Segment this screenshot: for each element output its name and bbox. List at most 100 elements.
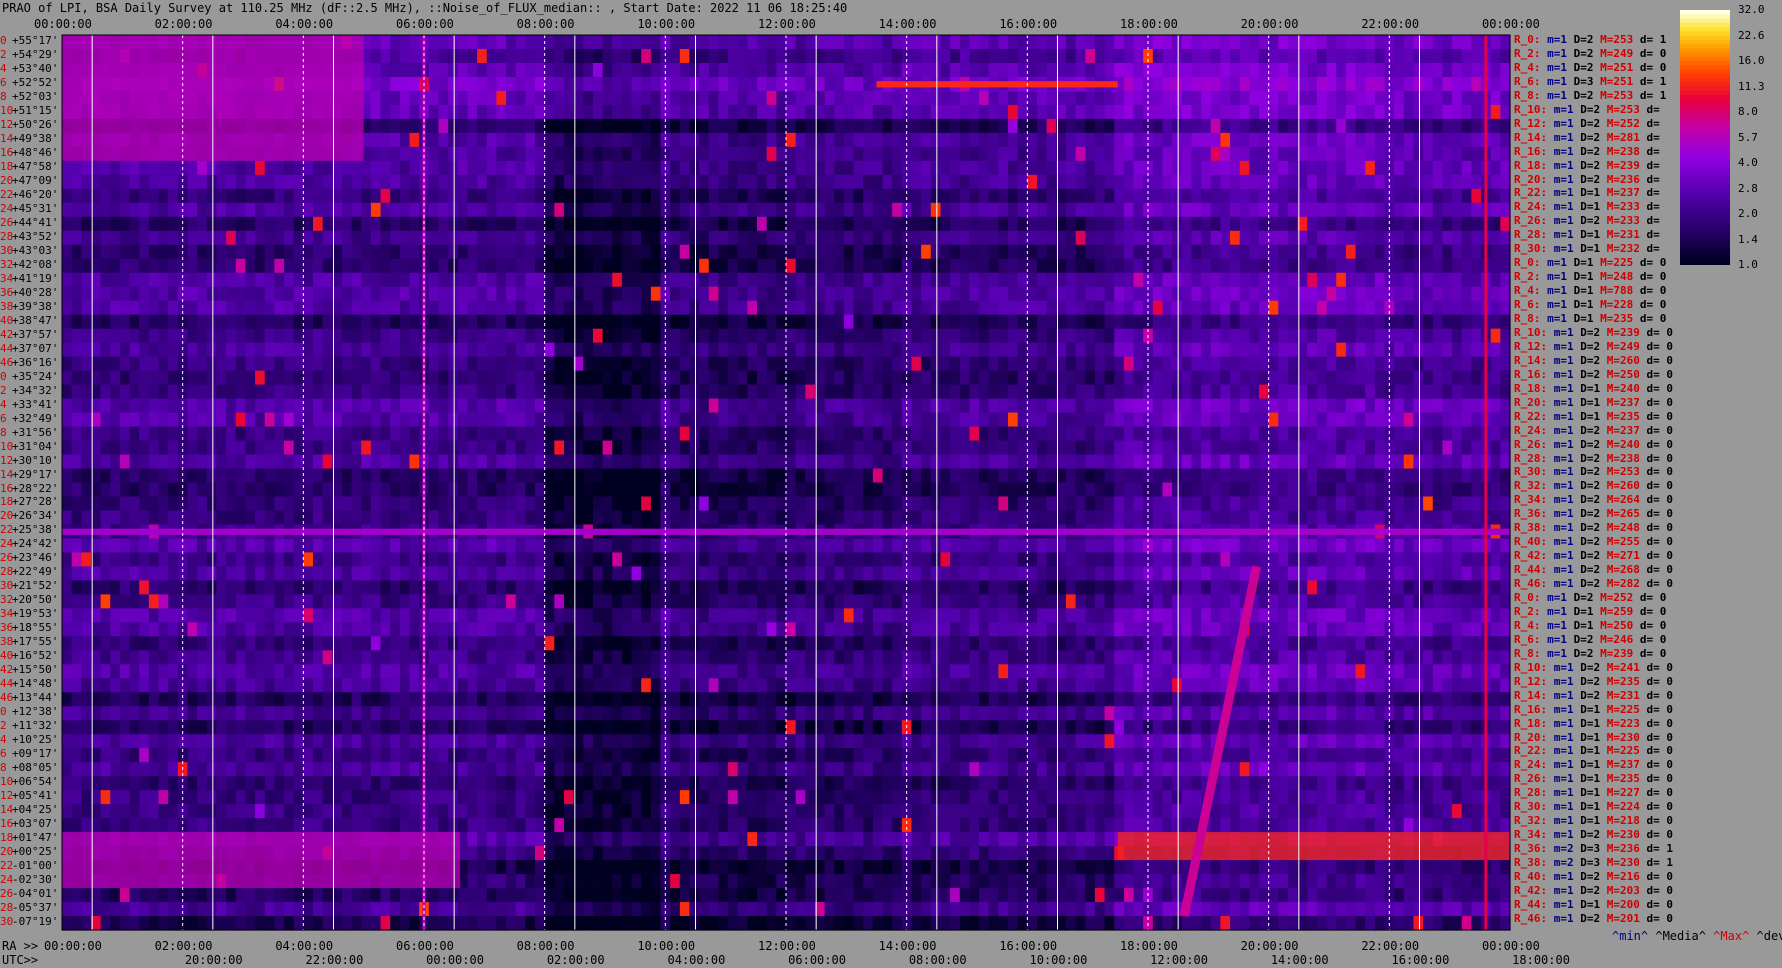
- heat-cell: [805, 202, 816, 218]
- heat-cell: [911, 482, 922, 498]
- heat-cell: [293, 244, 304, 260]
- heat-cell: [370, 216, 382, 232]
- heat-cell: [563, 342, 575, 358]
- heat-cell: [776, 76, 787, 92]
- heat-cell: [824, 118, 835, 134]
- heat-cell: [245, 188, 256, 204]
- heat-cell: [1065, 328, 1077, 344]
- heat-cell: [631, 258, 642, 274]
- heat-cell: [303, 328, 314, 344]
- heat-cell: [1230, 174, 1241, 190]
- heat-cell: [1085, 132, 1096, 148]
- heat-cell: [158, 342, 169, 358]
- heat-cell: [892, 104, 903, 120]
- heat-cell: [950, 188, 961, 204]
- heat-cell: [1423, 62, 1434, 78]
- heat-cell: [1287, 398, 1299, 414]
- heat-cell: [1316, 300, 1328, 316]
- heat-cell: [409, 230, 420, 246]
- heat-cell: [1403, 468, 1415, 484]
- heat-cell: [950, 146, 961, 162]
- heat-cell: [457, 244, 469, 260]
- heat-cell: [863, 426, 874, 442]
- heat-cell: [399, 412, 411, 428]
- heat-cell: [1104, 146, 1115, 162]
- heat-cell: [1403, 104, 1415, 120]
- heat-cell: [998, 104, 1009, 120]
- heat-cell: [448, 286, 459, 302]
- heat-cell: [1191, 118, 1202, 134]
- heat-cell: [457, 468, 469, 484]
- heat-cell: [477, 426, 488, 442]
- heat-cell: [699, 132, 710, 148]
- heat-cell: [911, 398, 922, 414]
- heat-cell: [457, 35, 469, 50]
- heat-cell: [187, 244, 198, 260]
- heat-cell: [1287, 62, 1299, 78]
- heat-cell: [535, 104, 546, 120]
- heat-cell: [1413, 328, 1424, 344]
- heat-cell: [303, 468, 314, 484]
- heat-cell: [583, 384, 594, 400]
- heat-cell: [1201, 440, 1212, 456]
- heat-cell: [380, 384, 391, 400]
- heat-cell: [1114, 202, 1125, 218]
- heat-cell: [1046, 258, 1057, 274]
- heat-cell: [988, 62, 999, 78]
- heat-cell: [1471, 440, 1482, 456]
- heat-cell: [1114, 356, 1125, 372]
- heat-cell: [1027, 202, 1038, 218]
- heat-cell: [621, 90, 633, 106]
- heat-cell: [361, 454, 372, 470]
- heat-cell: [544, 300, 555, 316]
- heat-cell: [805, 328, 816, 344]
- heat-cell: [708, 482, 720, 498]
- heat-cell: [757, 258, 768, 274]
- heat-cell: [660, 482, 671, 498]
- heat-cell: [592, 132, 604, 148]
- heat-cell: [496, 132, 507, 148]
- heat-cell: [921, 230, 932, 246]
- heat-cell: [1017, 412, 1028, 428]
- heat-cell: [882, 426, 893, 442]
- heat-cell: [1143, 356, 1154, 372]
- heat-cell: [988, 258, 999, 274]
- heat-cell: [776, 412, 787, 428]
- heat-cell: [979, 104, 990, 120]
- heat-cell: [341, 188, 353, 204]
- heat-cell: [1336, 412, 1347, 428]
- heat-cell: [863, 482, 874, 498]
- heat-cell: [312, 356, 324, 372]
- heat-cell: [795, 132, 806, 148]
- heat-cell: [322, 328, 333, 344]
- heat-cell: [1239, 62, 1250, 78]
- heat-cell: [892, 440, 903, 456]
- heat-cell: [139, 384, 150, 400]
- heat-cell: [1403, 35, 1415, 50]
- heat-cell: [843, 132, 855, 148]
- heat-cell: [641, 398, 652, 414]
- heat-cell: [950, 398, 961, 414]
- heat-cell: [863, 76, 874, 92]
- heat-cell: [1017, 272, 1028, 288]
- heat-cell: [1326, 286, 1337, 302]
- heat-cell: [1094, 216, 1106, 232]
- heat-cell: [158, 440, 169, 456]
- heat-cell: [1172, 426, 1183, 442]
- heat-cell: [670, 35, 681, 50]
- heat-cell: [525, 62, 536, 78]
- heat-cell: [129, 300, 140, 316]
- heat-cell: [255, 258, 266, 274]
- heat-cell: [148, 244, 160, 260]
- heat-cell: [399, 468, 411, 484]
- heat-cell: [940, 104, 951, 120]
- heat-cell: [1355, 76, 1366, 92]
- heat-cell: [1191, 398, 1202, 414]
- heat-cell: [583, 426, 594, 442]
- heat-cell: [1249, 230, 1260, 246]
- heat-cell: [351, 412, 362, 428]
- heat-cell: [1114, 440, 1125, 456]
- heat-cell: [62, 202, 73, 218]
- heat-cell: [602, 174, 613, 190]
- heat-cell: [448, 356, 459, 372]
